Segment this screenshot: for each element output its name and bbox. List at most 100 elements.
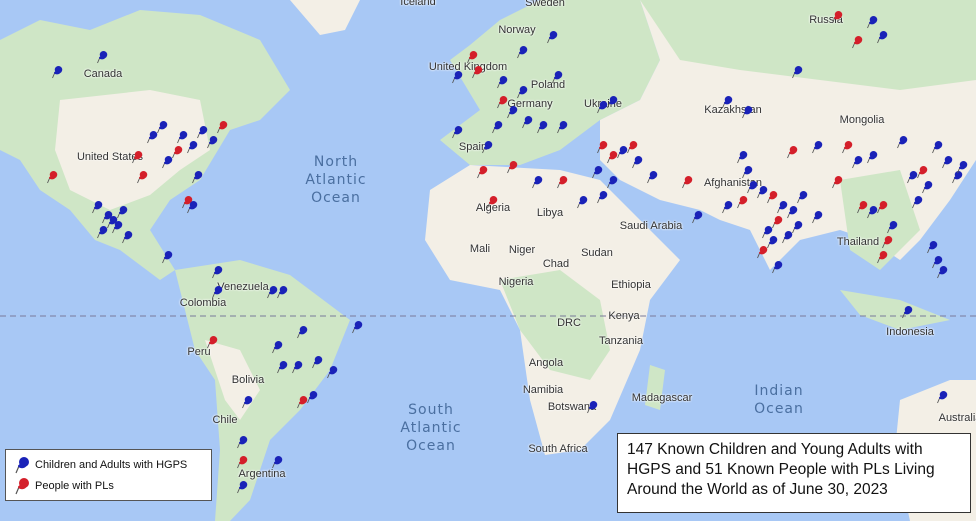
hgps-pushpin-icon[interactable] (771, 258, 783, 276)
hgps-pushpin-icon[interactable] (911, 193, 923, 211)
hgps-pushpin-icon[interactable] (791, 218, 803, 236)
label-kazakhstan: Kazakhstan (704, 104, 762, 116)
hgps-pushpin-icon[interactable] (536, 118, 548, 136)
hgps-pushpin-icon[interactable] (156, 118, 168, 136)
pl-pushpin-icon[interactable] (756, 243, 768, 261)
hgps-pushpin-icon[interactable] (491, 118, 503, 136)
hgps-pushpin-icon[interactable] (236, 433, 248, 451)
label-bolivia: Bolivia (231, 374, 265, 386)
label-chad: Chad (542, 258, 570, 270)
hgps-pushpin-icon[interactable] (211, 263, 223, 281)
pl-pushpin-icon[interactable] (496, 93, 508, 111)
red-pushpin-icon (15, 478, 29, 495)
pl-pushpin-icon[interactable] (216, 118, 228, 136)
label-thailand: Thailand (836, 236, 880, 248)
hgps-pushpin-icon[interactable] (901, 303, 913, 321)
hgps-pushpin-icon[interactable] (291, 358, 303, 376)
hgps-pushpin-icon[interactable] (936, 263, 948, 281)
label-niger: Niger (508, 244, 536, 256)
pl-pushpin-icon[interactable] (831, 173, 843, 191)
hgps-pushpin-icon[interactable] (96, 223, 108, 241)
hgps-pushpin-icon[interactable] (721, 198, 733, 216)
label-south-atlantic-ocean: South Atlantic Ocean (400, 402, 462, 454)
hgps-pushpin-icon[interactable] (691, 208, 703, 226)
hgps-pushpin-icon[interactable] (956, 158, 968, 176)
hgps-pushpin-icon[interactable] (936, 388, 948, 406)
hgps-pushpin-icon[interactable] (311, 353, 323, 371)
pl-pushpin-icon[interactable] (476, 163, 488, 181)
pl-pushpin-icon[interactable] (506, 158, 518, 176)
hgps-pushpin-icon[interactable] (551, 68, 563, 86)
hgps-pushpin-icon[interactable] (796, 188, 808, 206)
hgps-pushpin-icon[interactable] (481, 138, 493, 156)
hgps-pushpin-icon[interactable] (851, 153, 863, 171)
label-iceland: Iceland (400, 0, 436, 8)
pl-pushpin-icon[interactable] (681, 173, 693, 191)
pl-pushpin-icon[interactable] (131, 148, 143, 166)
pl-pushpin-icon[interactable] (876, 248, 888, 266)
hgps-pushpin-icon[interactable] (306, 388, 318, 406)
pl-pushpin-icon[interactable] (46, 168, 58, 186)
hgps-pushpin-icon[interactable] (516, 83, 528, 101)
label-drc: DRC (557, 317, 581, 329)
hgps-pushpin-icon[interactable] (576, 193, 588, 211)
hgps-pushpin-icon[interactable] (606, 93, 618, 111)
hgps-pushpin-icon[interactable] (161, 248, 173, 266)
hgps-pushpin-icon[interactable] (211, 283, 223, 301)
pl-pushpin-icon[interactable] (831, 8, 843, 26)
hgps-pushpin-icon[interactable] (896, 133, 908, 151)
hgps-pushpin-icon[interactable] (121, 228, 133, 246)
hgps-pushpin-icon[interactable] (451, 68, 463, 86)
hgps-pushpin-icon[interactable] (326, 363, 338, 381)
pl-pushpin-icon[interactable] (786, 143, 798, 161)
pl-pushpin-icon[interactable] (486, 193, 498, 211)
label-angola: Angola (528, 357, 564, 369)
hgps-pushpin-icon[interactable] (351, 318, 363, 336)
hgps-pushpin-icon[interactable] (646, 168, 658, 186)
hgps-pushpin-icon[interactable] (116, 203, 128, 221)
pl-pushpin-icon[interactable] (736, 193, 748, 211)
hgps-pushpin-icon[interactable] (236, 478, 248, 496)
pl-pushpin-icon[interactable] (851, 33, 863, 51)
hgps-pushpin-icon[interactable] (531, 173, 543, 191)
info-box-text: 147 Known Children and Young Adults with… (627, 441, 935, 498)
hgps-pushpin-icon[interactable] (721, 93, 733, 111)
label-indonesia: Indonesia (886, 326, 934, 338)
hgps-pushpin-icon[interactable] (811, 208, 823, 226)
hgps-pushpin-icon[interactable] (51, 63, 63, 81)
pl-pushpin-icon[interactable] (876, 198, 888, 216)
hgps-pushpin-icon[interactable] (586, 398, 598, 416)
hgps-pushpin-icon[interactable] (546, 28, 558, 46)
label-sudan: Sudan (581, 247, 613, 259)
hgps-pushpin-icon[interactable] (271, 453, 283, 471)
hgps-pushpin-icon[interactable] (556, 118, 568, 136)
hgps-pushpin-icon[interactable] (516, 43, 528, 61)
label-nigeria: Nigeria (498, 276, 534, 288)
hgps-pushpin-icon[interactable] (271, 338, 283, 356)
hgps-pushpin-icon[interactable] (451, 123, 463, 141)
hgps-pushpin-icon[interactable] (276, 358, 288, 376)
legend-label-hgps: Children and Adults with HGPS (35, 459, 188, 471)
hgps-pushpin-icon[interactable] (521, 113, 533, 131)
hgps-pushpin-icon[interactable] (741, 103, 753, 121)
hgps-pushpin-icon[interactable] (186, 198, 198, 216)
pl-pushpin-icon[interactable] (471, 63, 483, 81)
hgps-pushpin-icon[interactable] (96, 48, 108, 66)
hgps-pushpin-icon[interactable] (496, 73, 508, 91)
pl-pushpin-icon[interactable] (236, 453, 248, 471)
hgps-pushpin-icon[interactable] (596, 188, 608, 206)
pl-pushpin-icon[interactable] (556, 173, 568, 191)
hgps-pushpin-icon[interactable] (191, 168, 203, 186)
hgps-pushpin-icon[interactable] (276, 283, 288, 301)
hgps-pushpin-icon[interactable] (591, 163, 603, 181)
hgps-pushpin-icon[interactable] (296, 323, 308, 341)
hgps-pushpin-icon[interactable] (791, 63, 803, 81)
pl-pushpin-icon[interactable] (206, 333, 218, 351)
pl-pushpin-icon[interactable] (171, 143, 183, 161)
pl-pushpin-icon[interactable] (136, 168, 148, 186)
hgps-pushpin-icon[interactable] (811, 138, 823, 156)
hgps-pushpin-icon[interactable] (866, 148, 878, 166)
hgps-pushpin-icon[interactable] (241, 393, 253, 411)
hgps-pushpin-icon[interactable] (631, 153, 643, 171)
hgps-pushpin-icon[interactable] (876, 28, 888, 46)
